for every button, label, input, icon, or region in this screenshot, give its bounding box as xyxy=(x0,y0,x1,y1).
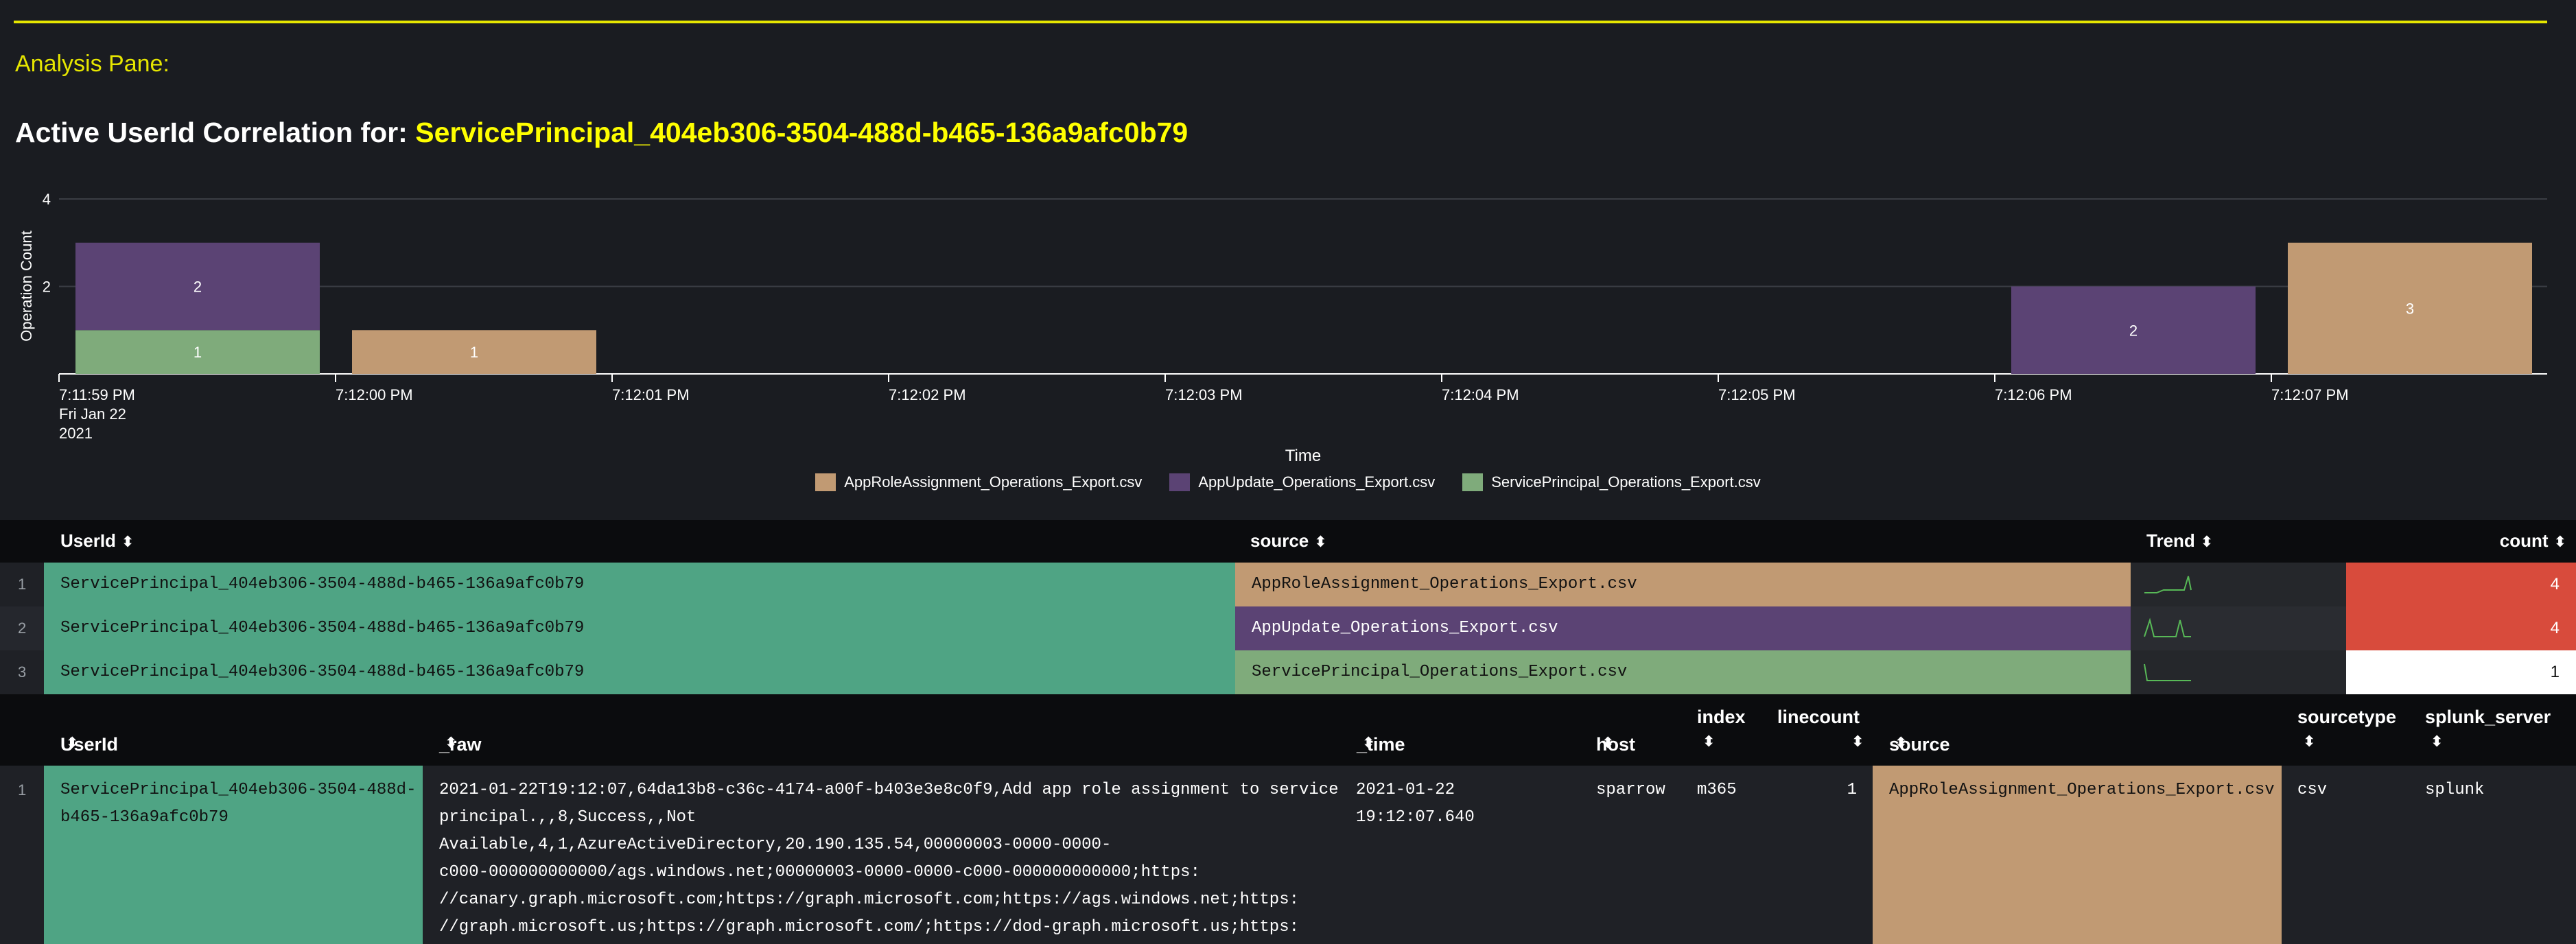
data-label: 2 xyxy=(194,279,202,296)
raw-line: Available,4,1,AzureActiveDirectory,20.19… xyxy=(439,836,1112,854)
panel-title-userid: ServicePrincipal_404eb306-3504-488d-b465… xyxy=(415,117,1189,148)
raw-line: principal.,,8,Success,,Not xyxy=(439,808,696,827)
cell-userid[interactable]: ServicePrincipal_404eb306-3504-488d- b46… xyxy=(44,766,423,944)
legend-swatch xyxy=(1462,473,1484,491)
cell-source[interactable]: AppRoleAssignment_Operations_Export.csv xyxy=(1873,766,2282,944)
x-tick-label: 7:12:03 PM xyxy=(1165,386,1243,403)
cell-trend-sparkline xyxy=(2131,650,2346,694)
sparkline xyxy=(2144,663,2191,681)
y-tick-label: 4 xyxy=(43,191,51,208)
table-row[interactable]: 1 ServicePrincipal_404eb306-3504-488d- b… xyxy=(0,766,2576,944)
sort-icon[interactable]: ⬍ xyxy=(66,734,78,752)
cell-count[interactable]: 4 xyxy=(2346,606,2576,650)
x-tick-label: 7:12:04 PM xyxy=(1442,386,1519,403)
legend-swatch xyxy=(815,473,836,491)
cell-userid[interactable]: ServicePrincipal_404eb306-3504-488d-b465… xyxy=(44,563,1235,606)
header-count[interactable]: count ⬍ xyxy=(2500,530,2566,552)
sort-icon[interactable]: ⬍ xyxy=(121,533,134,550)
row-number: 2 xyxy=(18,620,27,637)
raw-line: //canary.graph.microsoft.com;https://gra… xyxy=(439,890,1300,909)
legend-label: AppRoleAssignment_Operations_Export.csv xyxy=(844,473,1143,491)
cell-count[interactable]: 1 xyxy=(2346,650,2576,694)
legend-item[interactable]: AppUpdate_Operations_Export.csv xyxy=(1169,473,1435,491)
raw-line: 2021-01-22T19:12:07,64da13b8-c36c-4174-a… xyxy=(439,781,1339,799)
x-tick-label: 7:12:06 PM xyxy=(1995,386,2072,403)
analysis-pane-label: Analysis Pane: xyxy=(15,51,169,77)
legend-item[interactable]: AppRoleAssignment_Operations_Export.csv xyxy=(815,473,1142,491)
correlation-table: UserId ⬍ source ⬍ Trend ⬍ count ⬍ 1 ServiceP… xyxy=(0,520,2576,694)
x-tick-label: 7:12:00 PM xyxy=(336,386,413,403)
cell-count[interactable]: 4 xyxy=(2346,563,2576,606)
raw-line: c000-000000000000/ags.windows.net;000000… xyxy=(439,863,1200,882)
sort-icon[interactable]: ⬍ xyxy=(1602,734,1614,752)
sort-icon[interactable]: ⬍ xyxy=(1314,533,1326,550)
cell-source[interactable]: AppUpdate_Operations_Export.csv xyxy=(1235,606,2131,650)
legend-label: ServicePrincipal_Operations_Export.csv xyxy=(1491,473,1761,491)
x-tick-label: 7:11:59 PM xyxy=(59,386,135,403)
events-table: UserId ⬍ _raw ⬍ _time ⬍ host ⬍ index ⬍ linec… xyxy=(0,694,2576,944)
cell-userid[interactable]: ServicePrincipal_404eb306-3504-488d-b465… xyxy=(44,606,1235,650)
header-userid[interactable]: UserId ⬍ xyxy=(60,530,134,552)
panel-title: Active UserId Correlation for: ServicePr… xyxy=(15,117,1188,149)
stacked-bar-chart[interactable]: 2 4 Operation Count 1 2 7:11:59 PM Fri Jan 22 2… xyxy=(0,178,2576,467)
cell-sourcetype[interactable]: csv xyxy=(2297,766,2414,804)
cell-time[interactable]: 2021-01-22 19:12:07.640 xyxy=(1356,766,1582,831)
y-axis-title: Operation Count xyxy=(18,231,35,341)
table-row[interactable]: 2 ServicePrincipal_404eb306-3504-488d-b4… xyxy=(0,606,2576,650)
data-label: 3 xyxy=(2406,300,2414,317)
legend-item[interactable]: ServicePrincipal_Operations_Export.csv xyxy=(1462,473,1761,491)
legend-label: AppUpdate_Operations_Export.csv xyxy=(1198,473,1436,491)
data-label: 2 xyxy=(2129,322,2138,339)
sort-icon[interactable]: ⬍ xyxy=(2201,533,2213,550)
cell-source[interactable]: ServicePrincipal_Operations_Export.csv xyxy=(1235,650,2131,694)
cell-userid-line: b465-136a9afc0b79 xyxy=(60,808,229,827)
sparkline xyxy=(2144,576,2192,593)
panel-divider xyxy=(14,21,2547,23)
cell-raw[interactable]: 2021-01-22T19:12:07,64da13b8-c36c-4174-a… xyxy=(423,766,1342,941)
chart-legend: AppRoleAssignment_Operations_Export.csv A… xyxy=(0,473,2576,491)
y-tick-label: 2 xyxy=(43,279,51,296)
correlation-table-header: UserId ⬍ source ⬍ Trend ⬍ count ⬍ xyxy=(0,520,2576,563)
cell-userid-line: ServicePrincipal_404eb306-3504-488d- xyxy=(60,781,417,799)
sort-icon[interactable]: ⬍ xyxy=(1895,734,1907,752)
data-label: 1 xyxy=(470,344,478,361)
sort-icon[interactable]: ⬍ xyxy=(445,734,457,752)
raw-line: //graph.microsoft.us;https://graph.micro… xyxy=(439,918,1300,936)
row-number: 3 xyxy=(18,663,27,681)
cell-time-date: 2021-01-22 xyxy=(1356,781,1455,799)
cell-userid[interactable]: ServicePrincipal_404eb306-3504-488d-b465… xyxy=(44,650,1235,694)
events-table-header: UserId ⬍ _raw ⬍ _time ⬍ host ⬍ index ⬍ linec… xyxy=(0,694,2576,766)
sparkline xyxy=(2144,617,2191,637)
panel-title-prefix: Active UserId Correlation for: xyxy=(15,117,416,148)
header-source[interactable]: source ⬍ xyxy=(1250,530,1327,552)
table-row[interactable]: 1 ServicePrincipal_404eb306-3504-488d-b4… xyxy=(0,563,2576,606)
sort-icon[interactable]: ⬍ xyxy=(2431,733,2443,751)
sort-icon[interactable]: ⬍ xyxy=(2554,533,2566,550)
sort-icon[interactable]: ⬍ xyxy=(1851,733,1864,751)
cell-splunk-server[interactable]: splunk xyxy=(2425,766,2562,804)
x-tick-label: 2021 xyxy=(59,425,93,442)
sort-icon[interactable]: ⬍ xyxy=(1702,733,1715,751)
header-trend[interactable]: Trend ⬍ xyxy=(2146,530,2213,552)
cell-index[interactable]: m365 xyxy=(1697,766,1772,804)
cell-linecount[interactable]: 1 xyxy=(1784,766,1857,804)
sort-icon[interactable]: ⬍ xyxy=(2303,733,2315,751)
x-tick-label: 7:12:05 PM xyxy=(1718,386,1796,403)
legend-swatch xyxy=(1169,473,1191,491)
row-number: 1 xyxy=(18,576,27,593)
x-tick-label: Fri Jan 22 xyxy=(59,405,126,423)
data-label: 1 xyxy=(194,344,202,361)
cell-host[interactable]: sparrow xyxy=(1596,766,1692,804)
x-tick-label: 7:12:01 PM xyxy=(612,386,690,403)
x-tick-label: 7:12:07 PM xyxy=(2271,386,2349,403)
cell-time-clock: 19:12:07.640 xyxy=(1356,808,1475,827)
row-number: 1 xyxy=(18,781,27,799)
x-tick-label: 7:12:02 PM xyxy=(889,386,966,403)
cell-trend-sparkline xyxy=(2131,563,2346,606)
table-row[interactable]: 3 ServicePrincipal_404eb306-3504-488d-b4… xyxy=(0,650,2576,694)
cell-source[interactable]: AppRoleAssignment_Operations_Export.csv xyxy=(1235,563,2131,606)
cell-trend-sparkline xyxy=(2131,606,2346,650)
sort-icon[interactable]: ⬍ xyxy=(1362,734,1374,752)
x-axis-title: Time xyxy=(1285,447,1321,465)
